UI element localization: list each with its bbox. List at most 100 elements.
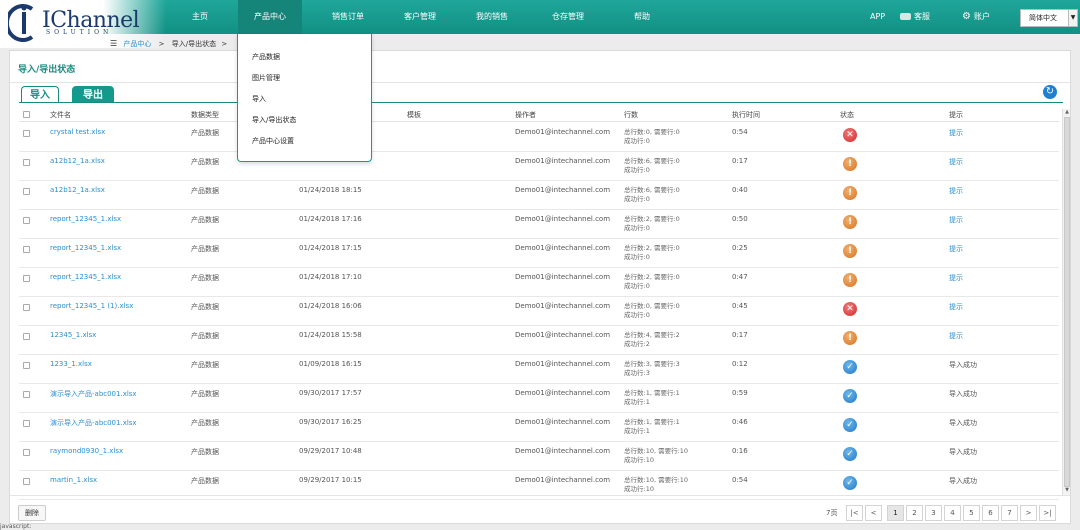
row-checkbox[interactable] <box>23 449 30 456</box>
table-footer: 删除 7页 |< <1 2 3 4 5 6 7 > >| <box>10 495 1070 523</box>
next-page-button[interactable]: > <box>1020 505 1037 521</box>
row-counts-success: 成功行:1 <box>624 427 650 435</box>
created-time: 09/30/2017 16:25 <box>299 418 362 426</box>
hint[interactable]: 提示 <box>949 302 963 312</box>
select-all-checkbox[interactable] <box>23 111 30 118</box>
nav-sales-orders[interactable]: 销售订单 <box>320 0 376 34</box>
table-row[interactable]: report_12345_1 (1).xlsx 产品数据 01/24/2018 16… <box>19 297 1059 326</box>
file-name-link[interactable]: crystal test.xlsx <box>50 128 105 136</box>
tab-import[interactable]: 导入 <box>21 86 59 103</box>
hint[interactable]: 提示 <box>949 215 963 225</box>
page-7[interactable]: 7 <box>1001 505 1018 521</box>
table-row[interactable]: report_12345_1.xlsx 产品数据 01/24/2018 17:16 D… <box>19 210 1059 239</box>
operator: Demo01@intechannel.com <box>515 128 611 136</box>
nav-product-center[interactable]: 产品中心 <box>238 0 302 34</box>
last-page-button[interactable]: >| <box>1039 505 1056 521</box>
logo-mark-icon <box>8 4 34 42</box>
table-row[interactable]: 演示导入产品-abc001.xlsx 产品数据 09/30/2017 17:57 De… <box>19 384 1059 413</box>
row-checkbox[interactable] <box>23 275 30 282</box>
scroll-down-icon[interactable]: ▼ <box>1063 487 1071 495</box>
page-5[interactable]: 5 <box>963 505 980 521</box>
file-name-link[interactable]: raymond0930_1.xlsx <box>50 447 123 455</box>
row-checkbox[interactable] <box>23 246 30 253</box>
table-row[interactable]: report_12345_1.xlsx 产品数据 01/24/2018 17:10 D… <box>19 268 1059 297</box>
scrollbar-thumb[interactable] <box>1064 117 1070 487</box>
file-name-link[interactable]: 1233_1.xlsx <box>50 360 92 368</box>
nav-home[interactable]: 主页 <box>182 0 218 34</box>
hint: 导入成功 <box>949 390 977 398</box>
row-checkbox[interactable] <box>23 304 30 311</box>
delete-button[interactable]: 删除 <box>18 505 46 521</box>
file-name-link[interactable]: report_12345_1 (1).xlsx <box>50 302 133 310</box>
created-time: 09/30/2017 17:57 <box>299 389 362 397</box>
breadcrumb: ☰ 产品中心 > 导入/导出状态 > <box>110 38 230 50</box>
operator: Demo01@intechannel.com <box>515 476 611 484</box>
hint[interactable]: 提示 <box>949 128 963 138</box>
menu-icon[interactable]: ☰ <box>110 39 117 48</box>
file-name-link[interactable]: report_12345_1.xlsx <box>50 215 121 223</box>
menu-item-image-management[interactable]: 图片管理 <box>252 73 280 83</box>
table-row[interactable]: 演示导入产品-abc001.xlsx 产品数据 09/30/2017 16:25 De… <box>19 413 1059 442</box>
hint[interactable]: 提示 <box>949 244 963 254</box>
hint[interactable]: 提示 <box>949 331 963 341</box>
row-checkbox[interactable] <box>23 159 30 166</box>
menu-item-import[interactable]: 导入 <box>252 94 266 104</box>
page-6[interactable]: 6 <box>982 505 999 521</box>
page-4[interactable]: 4 <box>944 505 961 521</box>
refresh-icon[interactable]: ↻ <box>1043 85 1057 99</box>
row-checkbox[interactable] <box>23 130 30 137</box>
file-name-link[interactable]: 演示导入产品-abc001.xlsx <box>50 418 137 428</box>
menu-item-import-export-status[interactable]: 导入/导出状态 <box>252 115 296 125</box>
row-checkbox[interactable] <box>23 420 30 427</box>
row-checkbox[interactable] <box>23 478 30 485</box>
data-type: 产品数据 <box>191 274 219 282</box>
status-ok-icon: ✓ <box>843 418 857 432</box>
hint[interactable]: 提示 <box>949 273 963 283</box>
row-counts: 总行数:2, 需要行:0 成功行:0 <box>624 273 680 291</box>
file-name-link[interactable]: martin_1.xlsx <box>50 476 97 484</box>
table-row[interactable]: crystal test.xlsx 产品数据 Demo01@intechannel.… <box>19 123 1059 152</box>
row-checkbox[interactable] <box>23 217 30 224</box>
nav-customer-management[interactable]: 客户管理 <box>392 0 448 34</box>
file-name-link[interactable]: report_12345_1.xlsx <box>50 273 121 281</box>
file-name-link[interactable]: 演示导入产品-abc001.xlsx <box>50 389 137 399</box>
table-row[interactable]: 1233_1.xlsx 产品数据 01/09/2018 16:15 Demo01@in… <box>19 355 1059 384</box>
row-checkbox[interactable] <box>23 188 30 195</box>
table-row[interactable]: a12b12_1a.xlsx 产品数据 01/24/2018 18:15 Demo01… <box>19 181 1059 210</box>
tab-export[interactable]: 导出 <box>72 86 114 103</box>
table-row[interactable]: a12b12_1a.xlsx 产品数据 Demo01@intechannel.com… <box>19 152 1059 181</box>
nav-my-sales[interactable]: 我的销售 <box>464 0 520 34</box>
nav-warehouse-management[interactable]: 仓存管理 <box>538 0 598 34</box>
hint[interactable]: 提示 <box>949 186 963 196</box>
row-checkbox[interactable] <box>23 391 30 398</box>
nav-help[interactable]: 帮助 <box>624 0 660 34</box>
file-name-link[interactable]: a12b12_1a.xlsx <box>50 157 105 165</box>
page-1[interactable]: 1 <box>887 505 904 521</box>
data-type: 产品数据 <box>191 216 219 224</box>
table-row[interactable]: raymond0930_1.xlsx 产品数据 09/29/2017 10:48 De… <box>19 442 1059 471</box>
table-row[interactable]: report_12345_1.xlsx 产品数据 01/24/2018 17:15 D… <box>19 239 1059 268</box>
nav-account[interactable]: ⚙ 账户 <box>962 0 990 34</box>
prev-page-button[interactable]: < <box>865 505 882 521</box>
row-counts: 总行数:10, 需要行:10 成功行:10 <box>624 476 688 494</box>
scroll-up-icon[interactable]: ▲ <box>1063 109 1071 117</box>
file-name-link[interactable]: 12345_1.xlsx <box>50 331 96 339</box>
file-name-link[interactable]: report_12345_1.xlsx <box>50 244 121 252</box>
file-name-link[interactable]: a12b12_1a.xlsx <box>50 186 105 194</box>
table-row[interactable]: 12345_1.xlsx 产品数据 01/24/2018 15:58 Demo01@i… <box>19 326 1059 355</box>
page-3[interactable]: 3 <box>925 505 942 521</box>
row-checkbox[interactable] <box>23 333 30 340</box>
page-2[interactable]: 2 <box>906 505 923 521</box>
row-checkbox[interactable] <box>23 362 30 369</box>
hint[interactable]: 提示 <box>949 157 963 167</box>
first-page-button[interactable]: |< <box>846 505 863 521</box>
breadcrumb-product-center[interactable]: 产品中心 <box>123 40 151 48</box>
nav-app[interactable]: APP <box>870 0 885 34</box>
language-select[interactable]: 简体中文 ▼ <box>1020 9 1078 27</box>
menu-item-product-center-settings[interactable]: 产品中心设置 <box>252 136 294 146</box>
nav-service[interactable]: 客服 <box>900 0 930 34</box>
menu-item-product-data[interactable]: 产品数据 <box>252 52 280 62</box>
vertical-scrollbar[interactable]: ▲ ▼ <box>1062 109 1070 495</box>
execution-time: 0:50 <box>732 215 748 223</box>
row-counts-total: 总行数:0, 需要行:0 <box>624 302 680 310</box>
